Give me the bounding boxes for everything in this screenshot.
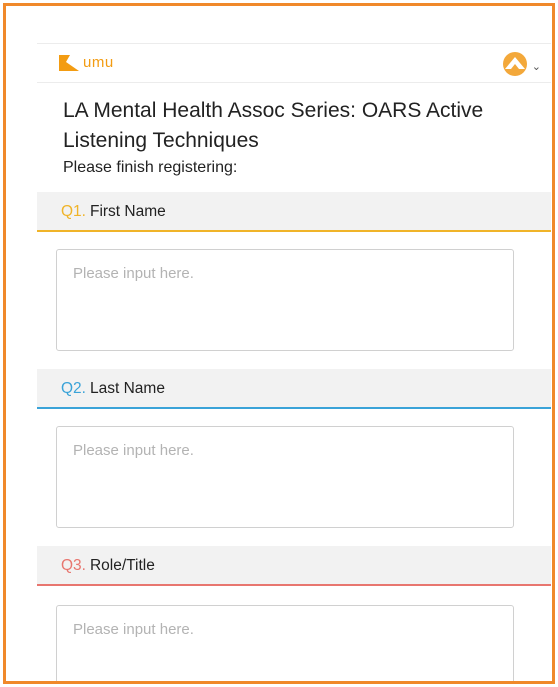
question-1-label: First Name: [89, 203, 166, 220]
account-avatar-icon: [502, 52, 527, 76]
question-3-header: Q3. Role/Title: [37, 546, 551, 586]
logo-text: umu: [83, 54, 114, 71]
last-name-input[interactable]: Please input here.: [56, 426, 514, 528]
mobile-screen: umu ⌄ LA Mental Health Assoc Series: OAR…: [37, 40, 551, 681]
umu-logo[interactable]: umu: [58, 53, 114, 72]
first-name-placeholder: Please input here.: [73, 265, 194, 282]
question-2-header: Q2. Last Name: [37, 369, 551, 409]
top-bar: umu ⌄: [37, 43, 551, 83]
question-2-number: Q2.: [61, 380, 86, 397]
question-2-label: Last Name: [89, 380, 165, 397]
first-name-input[interactable]: Please input here.: [56, 249, 514, 351]
page-title: LA Mental Health Assoc Series: OARS Acti…: [63, 99, 484, 152]
role-title-input[interactable]: Please input here.: [56, 605, 514, 681]
last-name-placeholder: Please input here.: [73, 442, 194, 459]
umu-logo-icon: [59, 55, 79, 71]
account-menu[interactable]: ⌄: [500, 51, 541, 77]
role-title-placeholder: Please input here.: [73, 621, 194, 638]
page-subtitle: Please finish registering:: [63, 159, 238, 176]
question-1-header: Q1. First Name: [37, 192, 551, 232]
question-1-number: Q1.: [61, 203, 86, 220]
question-3-number: Q3.: [61, 557, 86, 574]
chevron-down-icon: ⌄: [531, 60, 541, 73]
screenshot-frame: umu ⌄ LA Mental Health Assoc Series: OAR…: [3, 3, 555, 684]
question-3-label: Role/Title: [89, 557, 155, 574]
